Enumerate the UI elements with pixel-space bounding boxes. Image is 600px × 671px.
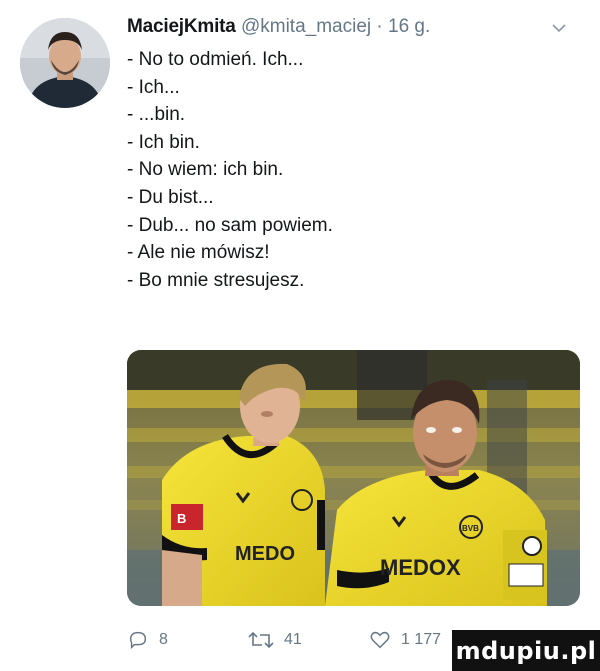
reply-count: 8: [159, 631, 168, 648]
tweet-line: - Dub... no sam powiem.: [127, 214, 333, 236]
tweet-time[interactable]: 16 g.: [388, 16, 430, 37]
author-handle[interactable]: @kmita_maciej: [241, 16, 371, 37]
like-count: 1 177: [401, 631, 442, 648]
tweet-text: - No to odmień. Ich... - Ich... - ...bin…: [127, 46, 577, 294]
retweet-count: 41: [284, 631, 302, 648]
heart-icon: [370, 631, 390, 649]
retweet-icon: [248, 631, 274, 649]
football-players-photo: B MEDO BVB MEDOX: [127, 350, 580, 606]
like-button[interactable]: 1 177: [369, 622, 441, 658]
tweet-line: - Ale nie mówisz!: [127, 242, 270, 264]
sponsor-right: MEDOX: [380, 555, 461, 580]
tweet-line: - No wiem: ich bin.: [127, 159, 284, 181]
tweet-line: - Ich bin.: [127, 131, 200, 153]
reply-icon: [129, 631, 147, 650]
svg-text:B: B: [177, 511, 186, 526]
tweet-media-photo[interactable]: B MEDO BVB MEDOX: [127, 350, 580, 606]
meta-separator: ·: [376, 16, 383, 37]
site-watermark: mdupiu.pl: [452, 630, 600, 671]
tweet-line: - Ich...: [127, 76, 180, 98]
sponsor-left: MEDO: [235, 543, 295, 565]
author-avatar[interactable]: [20, 18, 110, 108]
retweet-button[interactable]: 41: [248, 622, 302, 658]
tweet-line: - ...bin.: [127, 104, 186, 126]
reply-button[interactable]: 8: [127, 622, 168, 658]
author-name[interactable]: MaciejKmita: [127, 16, 236, 37]
club-badge: BVB: [462, 524, 479, 533]
tweet-line: - No to odmień. Ich...: [127, 49, 304, 70]
chevron-down-icon[interactable]: [551, 20, 567, 36]
tweet-line: - Bo mnie stresujesz.: [127, 269, 305, 291]
tweet-line: - Du bist...: [127, 186, 214, 208]
tweet-header: MaciejKmita @kmita_maciej · 16 g.: [127, 16, 567, 44]
avatar-photo: [20, 18, 110, 108]
